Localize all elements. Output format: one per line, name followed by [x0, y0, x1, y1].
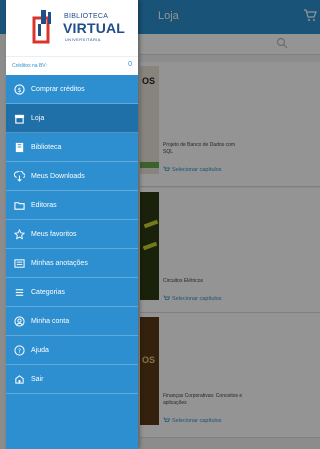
menu-item-sair[interactable]: Sair [6, 365, 138, 394]
folder-icon [14, 201, 25, 210]
navigation-drawer: BIBLIOTECA VIRTUAL UNIVERSITÁRIA Crédito… [6, 0, 138, 449]
menu-item-label: Comprar créditos [31, 85, 85, 93]
menu-item-label: Biblioteca [31, 143, 62, 151]
menu-item-label: Minha conta [31, 317, 70, 325]
download-icon [14, 170, 25, 182]
menu-item-editoras[interactable]: Editoras [6, 191, 138, 220]
menu-item-label: Ajuda [31, 346, 49, 354]
menu-item-ajuda[interactable]: ? Ajuda [6, 336, 138, 365]
menu-item-loja[interactable]: Loja [6, 104, 138, 133]
library-icon [15, 142, 24, 152]
credits-label: Créditos na BV: [12, 63, 47, 69]
menu-item-label: Editoras [31, 201, 57, 209]
menu-item-meus-favoritos[interactable]: Meus favoritos [6, 220, 138, 249]
user-icon [14, 315, 25, 327]
notes-icon [14, 258, 25, 268]
coin-icon: $ [14, 83, 25, 95]
credits-row: Créditos na BV: 0 [6, 56, 138, 75]
svg-text:$: $ [17, 85, 21, 93]
menu-item-biblioteca[interactable]: Biblioteca [6, 133, 138, 162]
logo-text-top: BIBLIOTECA [64, 13, 109, 20]
help-icon: ? [14, 344, 25, 356]
menu-item-categorias[interactable]: Categorias [6, 278, 138, 307]
logo-icon [32, 10, 51, 44]
credits-value: 0 [128, 61, 132, 68]
logo-text-main: VIRTUAL [63, 20, 126, 36]
exit-icon [15, 374, 24, 384]
menu-item-minhas-anotacoes[interactable]: Minhas anotações [6, 249, 138, 278]
logo-text-sub: UNIVERSITÁRIA [65, 37, 101, 42]
menu-item-comprar-creditos[interactable]: $ Comprar créditos [6, 75, 138, 104]
menu-item-label: Meus Downloads [31, 172, 85, 180]
star-icon [14, 228, 25, 240]
menu-item-label: Sair [31, 375, 44, 383]
store-icon [14, 114, 25, 124]
svg-text:?: ? [18, 346, 21, 354]
list-icon [15, 288, 24, 296]
menu-item-label: Meus favoritos [31, 230, 77, 238]
menu-item-minha-conta[interactable]: Minha conta [6, 307, 138, 336]
menu-item-label: Loja [31, 114, 45, 122]
menu-item-label: Categorias [31, 288, 65, 296]
menu-item-label: Minhas anotações [31, 259, 88, 267]
drawer-header: BIBLIOTECA VIRTUAL UNIVERSITÁRIA [6, 0, 138, 56]
menu-item-meus-downloads[interactable]: Meus Downloads [6, 162, 138, 191]
